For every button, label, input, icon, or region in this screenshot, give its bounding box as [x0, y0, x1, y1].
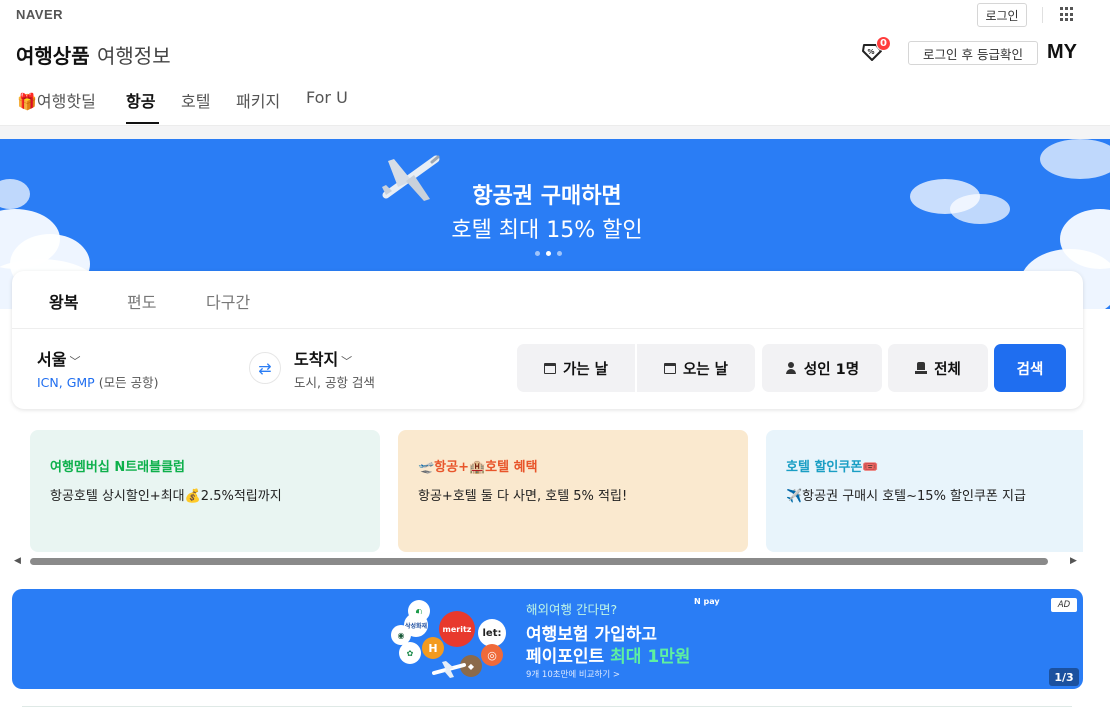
- section-divider: [0, 125, 1110, 139]
- tab-flights[interactable]: 항공: [126, 88, 155, 112]
- chevron-down-icon: ﹀: [341, 355, 353, 368]
- arrival-city-select[interactable]: 도착지 ﹀: [294, 346, 352, 370]
- lets-logo: let:: [478, 619, 506, 647]
- tab-hotels[interactable]: 호텔: [181, 88, 210, 112]
- banner-headline: 항공권 구매하면: [472, 184, 622, 209]
- ad-page-indicator: 1/3: [1049, 668, 1079, 686]
- flight-search-panel: 왕복 편도 다구간 서울 ﹀ ICN, GMP (모든 공항) ⇄ 도착지 ﹀ 도시…: [12, 271, 1083, 409]
- slide-dot-1[interactable]: [535, 251, 540, 256]
- horizontal-scrollbar[interactable]: ◀ ▶: [14, 556, 1080, 568]
- trip-tab-multicity[interactable]: 다구간: [206, 289, 250, 313]
- app-grid-icon[interactable]: [1060, 7, 1075, 22]
- promo-desc: ✈️항공권 구매시 호텔~15% 할인쿠폰 지급: [786, 489, 1026, 504]
- divider: [1042, 7, 1043, 23]
- departure-city-select[interactable]: 서울 ﹀: [37, 346, 80, 370]
- gift-icon: 🎁: [17, 92, 37, 111]
- tab-for-u[interactable]: For U: [306, 88, 348, 107]
- scroll-right-icon[interactable]: ▶: [1070, 556, 1077, 566]
- chevron-down-icon: ﹀: [69, 355, 81, 368]
- coupon-count-badge: 0: [876, 36, 891, 51]
- ad-headline-2: 페이포인트 최대 1만원: [526, 647, 691, 667]
- insurer-logo-icon: H: [422, 637, 444, 659]
- promo-title: 여행멤버십 N트래블클럽: [50, 460, 186, 475]
- cabin-class-button[interactable]: 전체: [888, 344, 988, 392]
- calendar-icon: [663, 362, 676, 374]
- departure-airports: ICN, GMP (모든 공항): [37, 375, 159, 390]
- trip-tab-oneway[interactable]: 편도: [127, 289, 156, 313]
- person-icon: [785, 362, 797, 374]
- swap-icon[interactable]: ⇄: [249, 352, 281, 384]
- calendar-icon: [543, 362, 556, 374]
- scroll-left-icon[interactable]: ◀: [14, 556, 21, 566]
- divider: [12, 328, 1083, 329]
- seat-icon: [915, 362, 928, 374]
- promo-desc: 항공+호텔 둘 다 사면, 호텔 5% 적립!: [418, 489, 628, 504]
- insurance-ad-banner[interactable]: ◐ 삼성화재 meritz let: ◉ ✿ H ◎ ◆ N pay 해외여행 …: [12, 589, 1083, 689]
- arrival-placeholder: 도시, 공항 검색: [294, 375, 375, 390]
- promo-title: 호텔 할인쿠폰🎟️: [786, 460, 879, 475]
- insurer-logo-icon: ✿: [399, 642, 421, 664]
- ad-compare-link[interactable]: 9개 10초만에 비교하기 >: [526, 668, 620, 680]
- banner-subheadline: 호텔 최대 15% 할인: [451, 218, 643, 243]
- tab-travel-deals[interactable]: 🎁여행핫딜: [17, 88, 96, 112]
- naver-logo[interactable]: NAVER: [16, 7, 63, 22]
- slide-dot-3[interactable]: [557, 251, 562, 256]
- divider: [22, 706, 1072, 707]
- promo-card-membership[interactable]: 여행멤버십 N트래블클럽 항공호텔 상시할인+최대💰2.5%적립까지: [30, 430, 380, 552]
- active-tab-indicator: [126, 122, 159, 124]
- return-date-button[interactable]: 오는 날: [637, 344, 755, 392]
- promo-card-hotel-coupon[interactable]: 호텔 할인쿠폰🎟️ ✈️항공권 구매시 호텔~15% 할인쿠폰 지급: [766, 430, 1083, 552]
- search-button[interactable]: 검색: [994, 344, 1066, 392]
- my-page-button[interactable]: MY: [1047, 41, 1077, 64]
- tab-packages[interactable]: 패키지: [236, 88, 280, 112]
- depart-date-button[interactable]: 가는 날: [517, 344, 635, 392]
- grade-check-button[interactable]: 로그인 후 등급확인: [908, 41, 1038, 65]
- meritz-logo: meritz: [439, 611, 475, 647]
- login-button[interactable]: 로그인: [977, 3, 1027, 27]
- slide-dot-2[interactable]: [546, 251, 551, 256]
- npay-logo: N pay: [694, 597, 720, 606]
- promo-desc: 항공호텔 상시할인+최대💰2.5%적립까지: [50, 489, 282, 504]
- airplane-icon: [432, 661, 466, 678]
- page-title[interactable]: 여행상품: [16, 40, 90, 69]
- travel-info-link[interactable]: 여행정보: [97, 40, 171, 69]
- svg-text:%: %: [868, 48, 875, 56]
- ad-tag[interactable]: AD: [1051, 598, 1077, 612]
- insurer-logo-icon: ◎: [481, 644, 503, 666]
- promo-card-flight-hotel[interactable]: 🛫항공+🏨호텔 혜택 항공+호텔 둘 다 사면, 호텔 5% 적립!: [398, 430, 748, 552]
- trip-tab-roundtrip[interactable]: 왕복: [49, 289, 78, 313]
- scrollbar-thumb[interactable]: [30, 558, 1048, 565]
- ad-kicker: 해외여행 간다면?: [526, 602, 618, 617]
- promo-title: 🛫항공+🏨호텔 혜택: [418, 460, 538, 475]
- passengers-button[interactable]: 성인 1명: [762, 344, 882, 392]
